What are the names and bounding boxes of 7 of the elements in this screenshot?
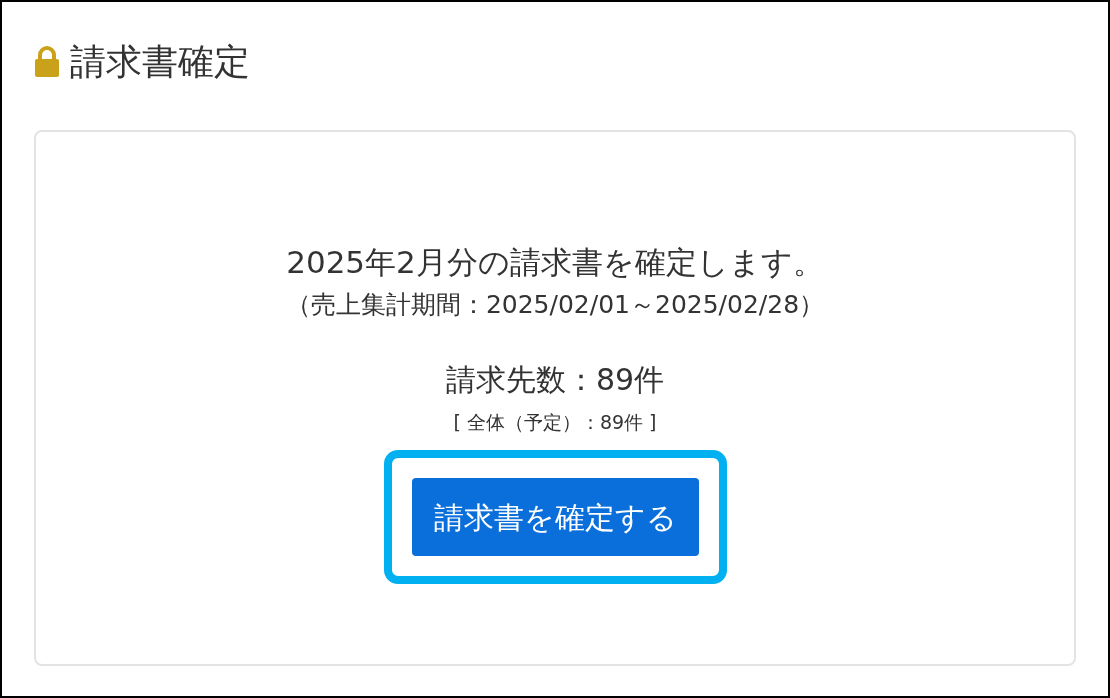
page-title: 請求書確定 [70, 40, 250, 84]
lock-icon [34, 46, 60, 78]
period-text: （売上集計期間：2025/02/01～2025/02/28） [285, 289, 825, 321]
count-text: 請求先数：89件 [445, 361, 665, 399]
confirmation-message: 2025年2月分の請求書を確定します。 [286, 243, 824, 282]
total-text: [ 全体（予定）：89件 ] [453, 410, 657, 435]
confirm-button[interactable]: 請求書を確定する [411, 478, 699, 556]
